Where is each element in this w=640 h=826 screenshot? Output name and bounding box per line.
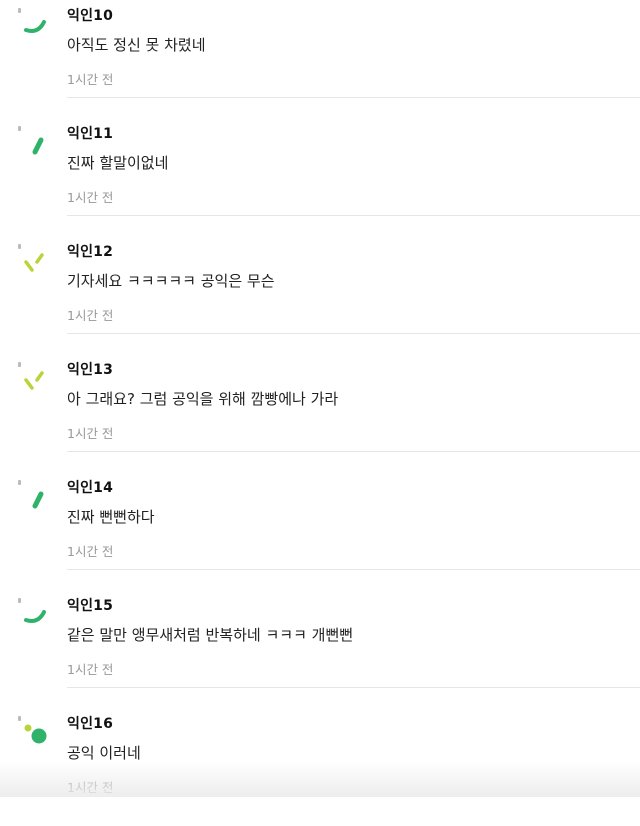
comment-time: 1시간 전 <box>67 662 114 677</box>
comment-author: 익인15 <box>67 598 114 614</box>
comment-text: 공익 이러네 <box>67 744 141 762</box>
divider <box>67 451 640 452</box>
dash-avatar-icon[interactable] <box>14 118 54 158</box>
comment-item: 익인13 아 그래요? 그럼 공익을 위해 깜빵에나 가라 1시간 전 <box>0 354 640 472</box>
dots-avatar-icon[interactable] <box>14 708 54 748</box>
comment-author: 익인16 <box>67 716 114 732</box>
divider <box>67 687 640 688</box>
arc-avatar-icon[interactable] <box>14 0 54 40</box>
comment-author: 익인10 <box>67 8 114 24</box>
comment-item: 익인16 공익 이러네 1시간 전 <box>0 708 640 826</box>
comment-time: 1시간 전 <box>67 426 114 441</box>
comment-author: 익인12 <box>67 244 114 260</box>
comment-item: 익인14 진짜 뻔뻔하다 1시간 전 <box>0 472 640 590</box>
comment-time: 1시간 전 <box>67 780 114 795</box>
comment-text: 진짜 할말이없네 <box>67 154 169 172</box>
comment-author: 익인14 <box>67 480 114 496</box>
comment-item: 익인10 아직도 정신 못 차렸네 1시간 전 <box>0 0 640 118</box>
divider <box>67 97 640 98</box>
comment-time: 1시간 전 <box>67 190 114 205</box>
comment-item: 익인15 같은 말만 앵무새처럼 반복하네 ㅋㅋㅋ 개뻔뻔 1시간 전 <box>0 590 640 708</box>
comment-text: 아 그래요? 그럼 공익을 위해 깜빵에나 가라 <box>67 390 339 408</box>
comment-author: 익인11 <box>67 126 114 142</box>
comment-text: 같은 말만 앵무새처럼 반복하네 ㅋㅋㅋ 개뻔뻔 <box>67 626 354 644</box>
comment-time: 1시간 전 <box>67 544 114 559</box>
dash-avatar-icon[interactable] <box>14 472 54 512</box>
divider <box>67 333 640 334</box>
arc-avatar-icon[interactable] <box>14 590 54 630</box>
check-avatar-icon[interactable] <box>14 236 54 276</box>
comment-item: 익인11 진짜 할말이없네 1시간 전 <box>0 118 640 236</box>
comment-time: 1시간 전 <box>67 308 114 323</box>
divider <box>67 215 640 216</box>
check-avatar-icon[interactable] <box>14 354 54 394</box>
comment-time: 1시간 전 <box>67 72 114 87</box>
comment-item: 익인12 기자세요 ㅋㅋㅋㅋㅋ 공익은 무슨 1시간 전 <box>0 236 640 354</box>
comment-text: 진짜 뻔뻔하다 <box>67 508 155 526</box>
comment-text: 기자세요 ㅋㅋㅋㅋㅋ 공익은 무슨 <box>67 272 275 290</box>
divider <box>67 569 640 570</box>
comment-text: 아직도 정신 못 차렸네 <box>67 36 206 54</box>
comment-author: 익인13 <box>67 362 114 378</box>
